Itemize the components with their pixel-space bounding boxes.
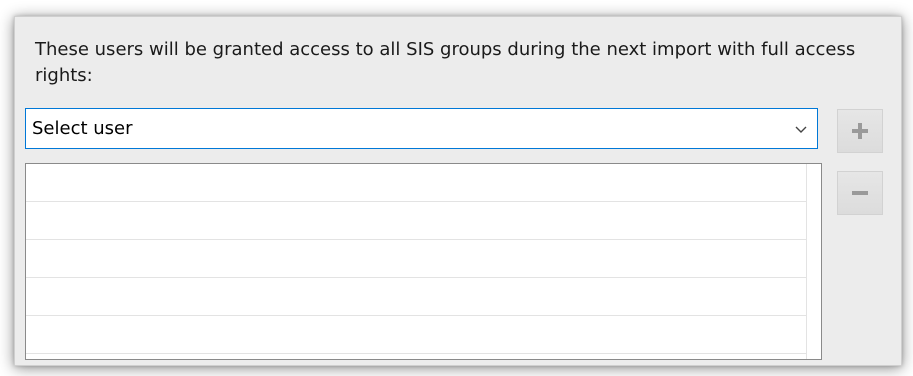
list-item[interactable]: [26, 278, 808, 316]
chevron-down-icon: [793, 121, 809, 137]
remove-user-button[interactable]: [837, 171, 883, 215]
access-users-panel: These users will be granted access to al…: [14, 16, 902, 366]
add-user-button[interactable]: [837, 109, 883, 153]
list-item[interactable]: [26, 164, 808, 202]
list-item[interactable]: [26, 240, 808, 278]
panel-description: These users will be granted access to al…: [35, 39, 856, 86]
list-item[interactable]: [26, 316, 808, 354]
list-scrollbar-track[interactable]: [806, 164, 821, 359]
select-user-dropdown[interactable]: Select user: [25, 108, 818, 149]
select-user-value: Select user: [32, 118, 133, 139]
list-item[interactable]: [26, 202, 808, 240]
granted-users-list[interactable]: [25, 163, 822, 360]
